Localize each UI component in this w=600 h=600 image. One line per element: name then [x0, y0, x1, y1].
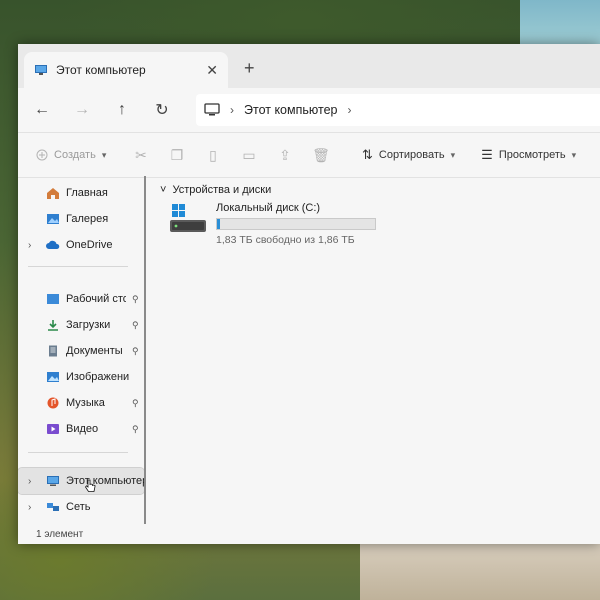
local-disk-icon — [170, 204, 206, 232]
sidebar-item-this-pc[interactable]: › Этот компьютер — [18, 467, 145, 495]
desktop-beach — [360, 540, 600, 600]
up-button[interactable]: ↑ — [102, 101, 142, 119]
sidebar-item-home[interactable]: Главная — [18, 180, 144, 206]
sort-icon: ⇅ — [362, 147, 373, 162]
expand-chevron-icon[interactable]: › — [28, 476, 31, 487]
share-icon[interactable]: ⇪ — [270, 147, 300, 164]
tab-this-pc[interactable]: Этот компьютер ✕ — [24, 52, 228, 88]
drive-usage-fill — [217, 219, 220, 229]
drive-name: Локальный диск (C:) — [216, 202, 321, 214]
download-icon — [48, 320, 58, 331]
sidebar-divider — [28, 266, 128, 267]
expand-chevron-icon[interactable]: › — [28, 240, 31, 251]
section-title: Устройства и диски — [172, 184, 272, 196]
cloud-icon — [46, 240, 60, 249]
back-button[interactable]: ← — [22, 101, 62, 119]
navigation-pane: Главная Галерея › OneDrive Рабочий сто ⚲… — [18, 176, 146, 524]
hand-cursor-icon — [85, 479, 96, 492]
pin-icon[interactable]: ⚲ — [132, 424, 144, 435]
network-icon — [47, 503, 59, 511]
navigation-bar: ← → ↑ ↻ › Этот компьютер › — [18, 88, 600, 132]
refresh-button[interactable]: ↻ — [142, 100, 182, 120]
status-bar: 1 элемент — [18, 524, 600, 544]
sidebar-item-documents[interactable]: Документы ⚲ — [18, 338, 144, 364]
sidebar-scrollbar[interactable] — [144, 176, 146, 524]
computer-icon — [35, 65, 47, 75]
pin-icon[interactable]: ⚲ — [132, 398, 144, 409]
video-icon — [47, 424, 59, 434]
drive-usage-bar — [216, 218, 376, 230]
sidebar-item-onedrive[interactable]: › OneDrive — [18, 232, 144, 258]
view-label: Просмотреть — [498, 149, 566, 161]
sidebar-item-network[interactable]: › Сеть — [18, 494, 144, 520]
item-count: 1 элемент — [36, 528, 84, 540]
drive-item-c[interactable]: Локальный диск (C:) 1,83 ТБ свободно из … — [168, 200, 388, 250]
sidebar-item-gallery[interactable]: Галерея — [18, 206, 144, 232]
pin-icon[interactable]: ⚲ — [132, 294, 144, 305]
breadcrumb-this-pc[interactable]: Этот компьютер — [244, 103, 337, 117]
sidebar-item-music[interactable]: Музыка ⚲ — [18, 390, 144, 416]
sidebar-item-video[interactable]: Видео ⚲ — [18, 416, 144, 442]
new-tab-button[interactable]: + — [244, 58, 255, 79]
computer-icon — [204, 103, 220, 116]
create-button[interactable]: Создать ▾ — [36, 149, 120, 161]
title-bar: Этот компьютер ✕ + — [18, 44, 600, 88]
home-icon — [47, 188, 59, 199]
forward-button[interactable]: → — [62, 101, 102, 119]
gallery-icon — [47, 214, 59, 224]
pin-icon[interactable]: ⚲ — [132, 320, 144, 331]
collapse-chevron-icon[interactable]: ˅ — [160, 184, 166, 196]
close-tab-icon[interactable]: ✕ — [206, 62, 218, 79]
file-explorer-window: Этот компьютер ✕ + ← → ↑ ↻ › Этот компью… — [18, 44, 600, 544]
view-button[interactable]: ☰ Просмотреть ▾ — [481, 147, 576, 163]
sidebar-divider — [28, 452, 128, 453]
sidebar-item-desktop[interactable]: Рабочий сто ⚲ — [18, 286, 144, 312]
view-icon: ☰ — [481, 147, 493, 162]
drive-free-space: 1,83 ТБ свободно из 1,86 ТБ — [216, 234, 355, 246]
music-icon — [47, 397, 59, 409]
plus-circle-icon — [36, 149, 48, 161]
sort-button[interactable]: ⇅ Сортировать ▾ — [362, 147, 455, 163]
computer-icon — [47, 476, 59, 486]
pictures-icon — [47, 372, 59, 382]
section-devices-and-drives[interactable]: ˅ Устройства и диски — [160, 184, 271, 196]
sidebar-item-downloads[interactable]: Загрузки ⚲ — [18, 312, 144, 338]
command-bar: Создать ▾ ✂ ❐ ▯ ▭ ⇪ 🗑 ⇅ Сортировать ▾ ☰ … — [18, 132, 600, 178]
chevron-down-icon: ▾ — [450, 149, 456, 160]
expand-chevron-icon[interactable]: › — [28, 502, 31, 513]
rename-icon[interactable]: ▭ — [234, 147, 264, 164]
chevron-down-icon: ▾ — [571, 149, 577, 160]
sort-label: Сортировать — [378, 149, 445, 161]
breadcrumb-chevron-end[interactable]: › — [347, 103, 351, 117]
delete-icon[interactable]: 🗑 — [306, 147, 336, 164]
copy-icon[interactable]: ❐ — [162, 147, 192, 164]
sidebar-item-pictures[interactable]: Изображени — [18, 364, 144, 390]
chevron-down-icon: ▾ — [101, 149, 107, 160]
file-list-area: ˅ Устройства и диски Локальный диск (C:)… — [154, 176, 600, 524]
desktop-icon — [47, 294, 59, 304]
documents-icon — [49, 345, 57, 357]
cut-icon[interactable]: ✂ — [126, 147, 156, 164]
create-label: Создать — [54, 149, 96, 161]
breadcrumb-chevron[interactable]: › — [230, 103, 234, 117]
pin-icon[interactable]: ⚲ — [132, 346, 144, 357]
tab-title: Этот компьютер — [56, 63, 146, 77]
address-bar[interactable]: › Этот компьютер › — [196, 94, 600, 126]
paste-icon[interactable]: ▯ — [198, 147, 228, 164]
